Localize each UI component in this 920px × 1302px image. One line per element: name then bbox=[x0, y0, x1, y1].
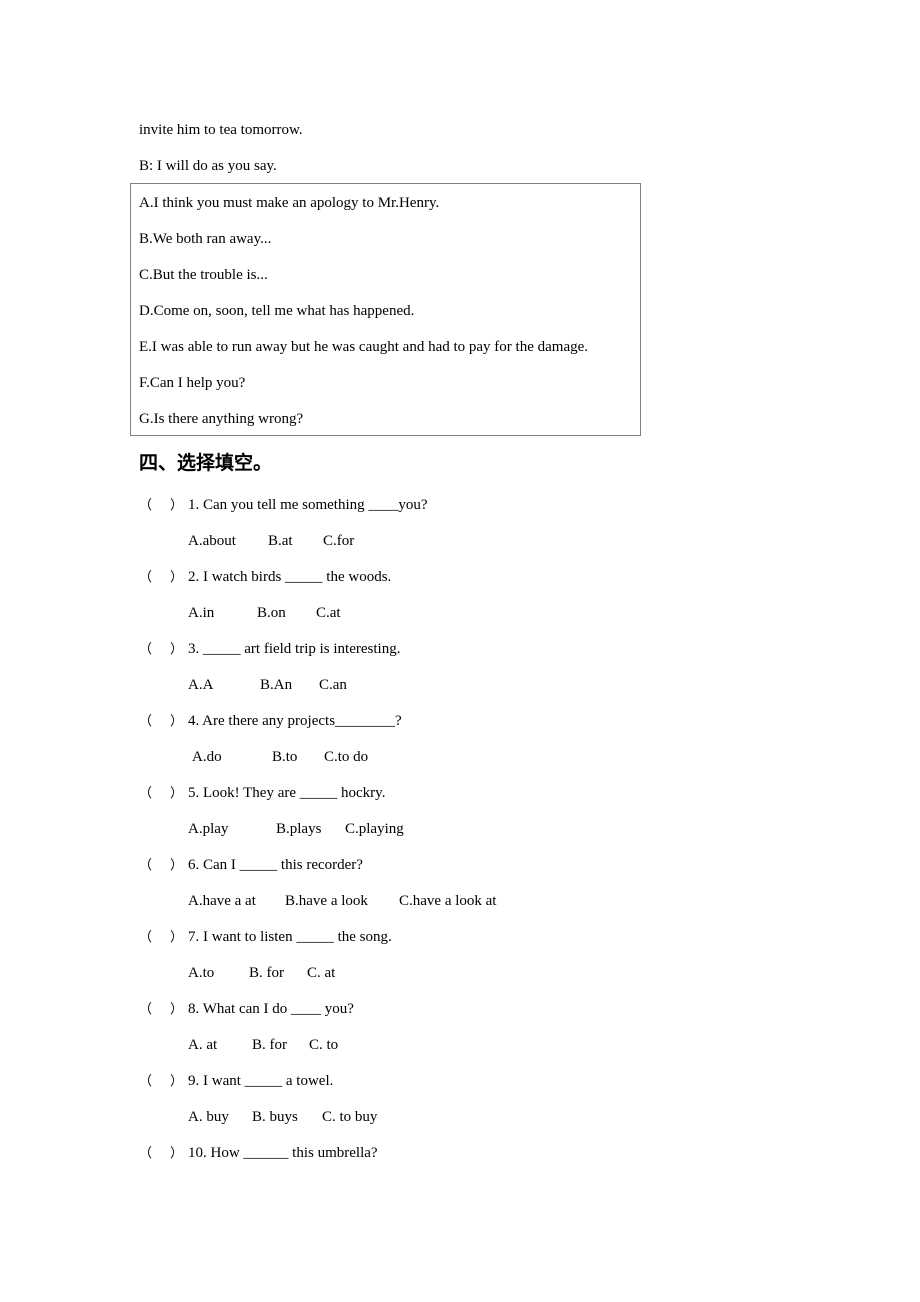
answer-option: B. for bbox=[252, 1037, 287, 1053]
answer-option: B. for bbox=[249, 965, 284, 981]
answer-option: A.to bbox=[188, 965, 215, 981]
answer-option: C.an bbox=[319, 677, 347, 693]
paren-close: ） bbox=[170, 1146, 184, 1161]
answer-option: B. buys bbox=[252, 1109, 298, 1125]
answer-option: B.at bbox=[268, 533, 293, 549]
paren-close: ） bbox=[170, 786, 184, 801]
question-item: （） 10. How ______ this umbrella? bbox=[139, 1144, 378, 1163]
answer-option: C.have a look at bbox=[399, 893, 497, 909]
question-text: 1. Can you tell me something ____you? bbox=[188, 497, 428, 513]
answer-option: C. to bbox=[309, 1037, 339, 1053]
answer-blank[interactable]: （） bbox=[139, 497, 188, 515]
answer-option: B.have a look bbox=[285, 893, 368, 909]
question-text: 9. I want _____ a towel. bbox=[188, 1073, 334, 1089]
answer-option: C.playing bbox=[345, 821, 404, 837]
question-item: （） 4. Are there any projects________? bbox=[139, 712, 402, 731]
question-text: 8. What can I do ____ you? bbox=[188, 1001, 354, 1017]
answer-option: A.play bbox=[188, 821, 229, 837]
answer-option: A. buy bbox=[188, 1109, 229, 1125]
answer-blank[interactable]: （） bbox=[139, 785, 188, 803]
question-text: 10. How ______ this umbrella? bbox=[188, 1145, 378, 1161]
question-item: （） 9. I want _____ a towel. bbox=[139, 1072, 333, 1091]
paren-open: （ bbox=[139, 1002, 153, 1017]
answer-blank[interactable]: （） bbox=[139, 713, 188, 731]
question-item: （） 7. I want to listen _____ the song. bbox=[139, 928, 392, 947]
dialogue-line: B: I will do as you say. bbox=[139, 158, 277, 174]
question-text: 4. Are there any projects________? bbox=[188, 713, 402, 729]
answer-option: C.to do bbox=[324, 749, 369, 765]
paren-close: ） bbox=[170, 570, 184, 585]
paren-open: （ bbox=[139, 930, 153, 945]
answer-option: A. at bbox=[188, 1037, 218, 1053]
paren-open: （ bbox=[139, 642, 153, 657]
dialogue-option: A.I think you must make an apology to Mr… bbox=[139, 195, 440, 211]
question-item: （） 2. I watch birds _____ the woods. bbox=[139, 568, 391, 587]
question-text: 3. _____ art field trip is interesting. bbox=[188, 641, 401, 657]
question-text: 2. I watch birds _____ the woods. bbox=[188, 569, 392, 585]
answer-option: B.An bbox=[260, 677, 293, 693]
answer-option: A.about bbox=[188, 533, 236, 549]
dialogue-option: G.Is there anything wrong? bbox=[139, 411, 304, 427]
paren-open: （ bbox=[139, 498, 153, 513]
section-heading: 四、选择填空。 bbox=[139, 452, 273, 474]
question-text: 5. Look! They are _____ hockry. bbox=[188, 785, 386, 801]
answer-option: A.A bbox=[188, 677, 214, 693]
paren-close: ） bbox=[170, 1074, 184, 1089]
question-item: （） 6. Can I _____ this recorder? bbox=[139, 856, 363, 875]
question-item: （） 3. _____ art field trip is interesting… bbox=[139, 640, 400, 659]
paren-open: （ bbox=[139, 570, 153, 585]
paren-close: ） bbox=[170, 930, 184, 945]
dialogue-line: invite him to tea tomorrow. bbox=[139, 122, 303, 138]
dialogue-option: E.I was able to run away but he was caug… bbox=[139, 339, 589, 355]
answer-option: B.plays bbox=[276, 821, 322, 837]
dialogue-option: D.Come on, soon, tell me what has happen… bbox=[139, 303, 415, 319]
answer-option: A.have a at bbox=[188, 893, 256, 909]
paren-close: ） bbox=[170, 858, 184, 873]
dialogue-option: F.Can I help you? bbox=[139, 375, 246, 391]
paren-open: （ bbox=[139, 786, 153, 801]
answer-blank[interactable]: （） bbox=[139, 1001, 188, 1019]
paren-close: ） bbox=[170, 498, 184, 513]
answer-option: C.for bbox=[323, 533, 355, 549]
answer-blank[interactable]: （） bbox=[139, 1145, 188, 1163]
answer-option: A.do bbox=[192, 749, 222, 765]
paren-open: （ bbox=[139, 858, 153, 873]
answer-blank[interactable]: （） bbox=[139, 569, 188, 587]
dialogue-option: B.We both ran away... bbox=[139, 231, 272, 247]
question-text: 7. I want to listen _____ the song. bbox=[188, 929, 392, 945]
question-item: （） 8. What can I do ____ you? bbox=[139, 1000, 354, 1019]
answer-option: B.to bbox=[272, 749, 298, 765]
paren-open: （ bbox=[139, 1146, 153, 1161]
answer-blank[interactable]: （） bbox=[139, 929, 188, 947]
answer-option: C.at bbox=[316, 605, 341, 621]
answer-blank[interactable]: （） bbox=[139, 1073, 188, 1091]
answer-option: C. to buy bbox=[322, 1109, 378, 1125]
answer-option: B.on bbox=[257, 605, 286, 621]
paren-close: ） bbox=[170, 1002, 184, 1017]
answer-option: C. at bbox=[307, 965, 336, 981]
paren-close: ） bbox=[170, 642, 184, 657]
question-item: （） 5. Look! They are _____ hockry. bbox=[139, 784, 385, 803]
paren-close: ） bbox=[170, 714, 184, 729]
paren-open: （ bbox=[139, 1074, 153, 1089]
answer-blank[interactable]: （） bbox=[139, 641, 188, 659]
answer-option: A.in bbox=[188, 605, 215, 621]
question-text: 6. Can I _____ this recorder? bbox=[188, 857, 363, 873]
dialogue-option: C.But the trouble is... bbox=[139, 267, 268, 283]
answer-blank[interactable]: （） bbox=[139, 857, 188, 875]
paren-open: （ bbox=[139, 714, 153, 729]
question-item: （） 1. Can you tell me something ____you? bbox=[139, 496, 428, 515]
